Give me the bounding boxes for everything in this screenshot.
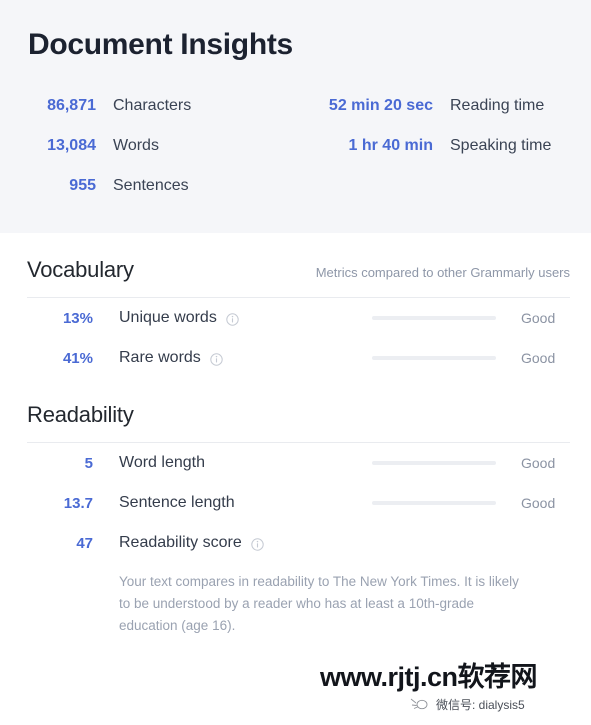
page-title: Document Insights <box>28 28 293 61</box>
progress-track-word-length <box>372 461 496 465</box>
metric-bar-cell-unique-words: Good <box>372 310 570 326</box>
vocabulary-note: Metrics compared to other Grammarly user… <box>315 265 570 280</box>
readability-description: Your text compares in readability to The… <box>119 574 519 633</box>
metric-value-readability-score: 47 <box>76 534 93 552</box>
progress-track-sentence-length <box>372 501 496 505</box>
metric-label-sentence-length: Sentence length <box>93 494 235 512</box>
watermark-wechat-text: 微信号: dialysis5 <box>436 698 525 712</box>
metric-row-unique-words: 13% Unique words Good <box>27 298 570 338</box>
metric-label-readability-score: Readability score <box>93 534 264 552</box>
stat-row-reading-time: 52 min 20 sec Reading time <box>304 97 563 137</box>
summary-column-left: 86,871 Characters 13,084 Words 955 Sente… <box>28 97 304 217</box>
metric-status-unique-words: Good <box>521 310 556 326</box>
stat-label-sentences: Sentences <box>113 177 189 194</box>
progress-track-rare-words <box>372 356 496 360</box>
wechat-icon <box>410 697 432 713</box>
metric-status-word-length: Good <box>521 455 556 471</box>
vocabulary-section: Vocabulary Metrics compared to other Gra… <box>0 233 591 378</box>
metric-bar-cell-word-length: Good <box>372 455 570 471</box>
metric-bar-cell-sentence-length: Good <box>372 495 570 511</box>
stat-row-words: 13,084 Words <box>28 137 304 177</box>
stat-value-words: 13,084 <box>47 137 96 154</box>
watermark-wechat: 微信号: dialysis5 <box>320 696 537 713</box>
metric-status-rare-words: Good <box>521 350 556 366</box>
metric-value-word-length: 5 <box>84 454 93 472</box>
watermark-url: www.rjtj.cn软荐网 <box>320 662 538 692</box>
metric-row-rare-words: 41% Rare words Good <box>27 338 570 378</box>
metric-row-word-length: 5 Word length Good <box>27 443 570 483</box>
vocabulary-title: Vocabulary <box>27 257 134 282</box>
stat-value-sentences: 955 <box>69 177 96 194</box>
stat-row-characters: 86,871 Characters <box>28 97 304 137</box>
watermark-overlay: www.rjtj.cn软荐网 微信号: dialysis5 <box>320 662 538 713</box>
metric-label-rare-words: Rare words <box>93 349 223 367</box>
progress-track-unique-words <box>372 316 496 320</box>
metric-label-unique-words: Unique words <box>93 309 239 327</box>
readability-title: Readability <box>27 402 134 427</box>
vocabulary-header: Vocabulary Metrics compared to other Gra… <box>27 233 570 283</box>
metric-value-rare-words: 41% <box>62 349 93 367</box>
stat-label-characters: Characters <box>113 97 192 114</box>
metric-label-text-readability-score: Readability score <box>119 534 242 551</box>
readability-section: Readability 5 Word length Good 13.7 Sent… <box>0 378 591 637</box>
metric-label-text-unique-words: Unique words <box>119 309 217 326</box>
stat-value-speaking-time: 1 hr 40 min <box>348 137 433 154</box>
stat-value-characters: 86,871 <box>47 97 96 114</box>
info-icon[interactable] <box>251 537 264 551</box>
stat-row-sentences: 955 Sentences <box>28 177 304 217</box>
metric-status-sentence-length: Good <box>521 495 556 511</box>
summary-column-right: 52 min 20 sec Reading time 1 hr 40 min S… <box>304 97 563 217</box>
stat-value-reading-time: 52 min 20 sec <box>328 97 433 114</box>
info-icon[interactable] <box>226 312 239 326</box>
stat-row-speaking-time: 1 hr 40 min Speaking time <box>304 137 563 177</box>
info-icon[interactable] <box>210 352 223 366</box>
metric-value-sentence-length: 13.7 <box>63 494 93 512</box>
metric-label-text-word-length: Word length <box>119 454 205 471</box>
metric-value-unique-words: 13% <box>62 309 93 327</box>
document-insights-panel: Document Insights 86,871 Characters 13,0… <box>0 0 591 233</box>
stat-label-reading-time: Reading time <box>450 97 545 114</box>
metric-bar-cell-rare-words: Good <box>372 350 570 366</box>
metric-row-sentence-length: 13.7 Sentence length Good <box>27 483 570 523</box>
readability-header: Readability <box>27 378 570 428</box>
metric-label-word-length: Word length <box>93 454 205 472</box>
stat-label-words: Words <box>113 137 159 154</box>
summary-stats-grid: 86,871 Characters 13,084 Words 955 Sente… <box>28 97 563 217</box>
metric-row-readability-score: 47 Readability score <box>27 523 570 563</box>
stat-label-speaking-time: Speaking time <box>450 137 552 154</box>
metric-label-text-sentence-length: Sentence length <box>119 494 235 511</box>
metric-label-text-rare-words: Rare words <box>119 349 201 366</box>
